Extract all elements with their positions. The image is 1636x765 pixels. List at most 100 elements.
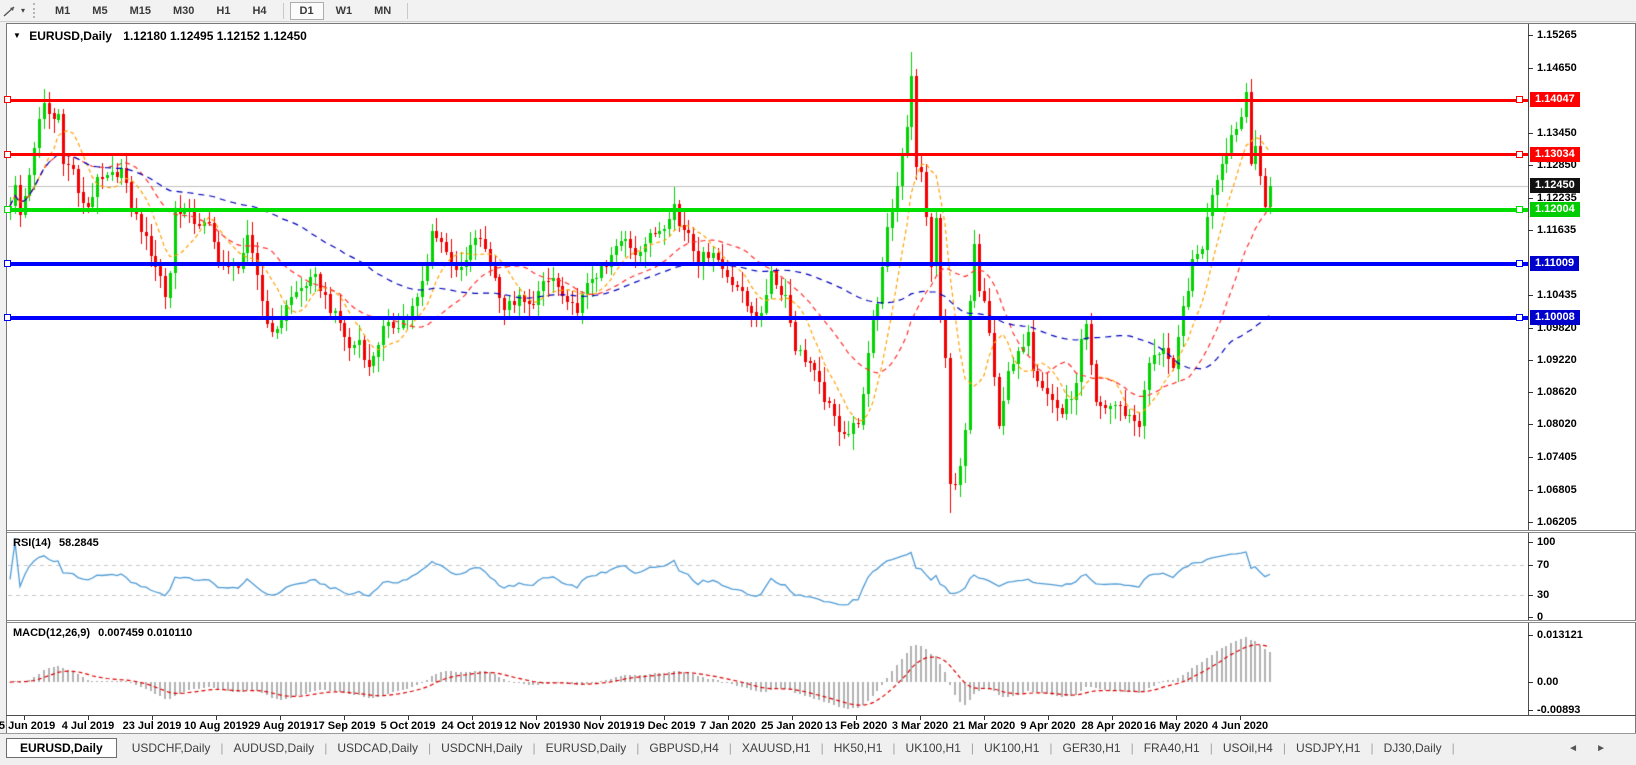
horizontal-level-line-1.10008[interactable]: [8, 316, 1528, 320]
price-tick: [1528, 328, 1533, 329]
chart-tab-uk100-h1[interactable]: UK100,H1: [975, 738, 1048, 758]
date-label: 19 Dec 2019: [632, 720, 696, 732]
chart-tab-usdchf-daily[interactable]: USDCHF,Daily: [123, 738, 220, 758]
chart-tab-fra40-h1[interactable]: FRA40,H1: [1135, 738, 1209, 758]
toolbar: ▾ M1 M5 M15 M30 H1 H4 D1 W1 MN: [0, 0, 1636, 22]
macd-label: MACD(12,26,9) 0.007459 0.010110: [13, 627, 192, 639]
chart-tab-hk50-h1[interactable]: HK50,H1: [825, 738, 892, 758]
date-label: 10 Aug 2019: [184, 720, 248, 732]
timeframe-button-h4[interactable]: H4: [242, 2, 276, 20]
chart-tab-usdcnh-daily[interactable]: USDCNH,Daily: [432, 738, 531, 758]
price-tick-label: 1.15265: [1537, 29, 1577, 41]
date-label: 7 Jan 2020: [700, 720, 756, 732]
chart-tab-eurusd-daily[interactable]: EURUSD,Daily: [537, 738, 636, 758]
date-label: 3 Mar 2020: [891, 720, 949, 732]
line-handle[interactable]: [1516, 206, 1523, 213]
macd-tick: [1528, 710, 1533, 711]
tab-scroll-right-icon[interactable]: ►: [1596, 743, 1606, 754]
chart-tab-uk100-h1[interactable]: UK100,H1: [897, 738, 970, 758]
price-badge-1.11009: 1.11009: [1530, 256, 1580, 271]
rsi-name: RSI(14): [13, 537, 51, 549]
date-axis-border: [6, 715, 1636, 716]
date-label: 13 Feb 2020: [824, 720, 888, 732]
price-tick: [1528, 230, 1533, 231]
chart-tab-usdcad-daily[interactable]: USDCAD,Daily: [328, 738, 427, 758]
line-tool-glyph: [3, 5, 15, 17]
horizontal-level-line-1.11009[interactable]: [8, 262, 1528, 266]
pane-separator-macd[interactable]: [7, 620, 1636, 623]
timeframe-button-m30[interactable]: M30: [163, 2, 204, 20]
line-handle[interactable]: [1516, 151, 1523, 158]
chart-tab-xauusd-h1[interactable]: XAUUSD,H1: [733, 738, 820, 758]
timeframe-button-mn[interactable]: MN: [364, 2, 401, 20]
line-handle[interactable]: [4, 314, 11, 321]
macd-scale-label: 0.013121: [1537, 629, 1583, 641]
date-label: 30 Nov 2019: [568, 720, 632, 732]
price-badge-1.12004: 1.12004: [1530, 202, 1580, 217]
rsi-scale-label: 70: [1537, 559, 1550, 571]
chart-dropdown-icon[interactable]: ▼: [13, 31, 21, 40]
chart-tab-ger30-h1[interactable]: GER30,H1: [1054, 738, 1130, 758]
chart-tab-audusd-daily[interactable]: AUDUSD,Daily: [225, 738, 324, 758]
horizontal-level-line-1.13034[interactable]: [8, 153, 1528, 156]
rsi-tick: [1528, 565, 1533, 566]
date-label: 4 Jul 2019: [61, 720, 115, 732]
tab-scroll-left-icon[interactable]: ◄: [1568, 743, 1578, 754]
price-tick-label: 1.11635: [1537, 224, 1577, 236]
price-tick-label: 1.10435: [1537, 289, 1577, 301]
toolbar-grip[interactable]: [33, 3, 37, 18]
line-handle[interactable]: [4, 151, 11, 158]
price-tick: [1528, 133, 1533, 134]
price-tick-label: 1.08620: [1537, 386, 1577, 398]
chart-tab-usdjpy-h1[interactable]: USDJPY,H1: [1287, 738, 1369, 758]
date-label: 21 Mar 2020: [952, 720, 1016, 732]
chart-canvas[interactable]: [0, 0, 1636, 733]
timeframe-button-m5[interactable]: M5: [82, 2, 117, 20]
price-badge-1.10008: 1.10008: [1530, 310, 1580, 325]
chart-tab-eurusd-daily[interactable]: EURUSD,Daily: [6, 738, 117, 758]
horizontal-level-line-1.14047[interactable]: [8, 99, 1528, 102]
line-handle[interactable]: [1516, 260, 1523, 267]
rsi-scale-label: 30: [1537, 589, 1550, 601]
toolbar-dropdown-icon[interactable]: ▾: [21, 6, 25, 15]
line-handle[interactable]: [4, 260, 11, 267]
line-handle[interactable]: [1516, 314, 1523, 321]
macd-scale-label: 0.00: [1537, 676, 1559, 688]
timeframe-button-d1[interactable]: D1: [289, 1, 324, 20]
price-tick: [1528, 35, 1533, 36]
date-label: 17 Sep 2019: [312, 720, 376, 732]
chart-ohlc-values: 1.12180 1.12495 1.12152 1.12450: [123, 29, 307, 43]
horizontal-level-line-1.12004[interactable]: [8, 208, 1528, 212]
timeframe-button-m15[interactable]: M15: [120, 2, 161, 20]
price-tick-label: 1.13450: [1537, 127, 1577, 139]
timeframe-button-m1[interactable]: M1: [45, 2, 80, 20]
price-tick: [1528, 424, 1533, 425]
date-label: 28 Apr 2020: [1081, 720, 1143, 732]
price-tick: [1528, 198, 1533, 199]
line-handle[interactable]: [4, 96, 11, 103]
pane-separator-rsi[interactable]: [7, 530, 1636, 533]
rsi-scale-label: 100: [1537, 536, 1556, 548]
date-label: 25 Jan 2020: [761, 720, 823, 732]
chart-tab-usoil-h4[interactable]: USOil,H4: [1214, 738, 1282, 758]
date-label: 5 Oct 2019: [380, 720, 436, 732]
price-tick: [1528, 522, 1533, 523]
chart-tab-dj30-daily[interactable]: DJ30,Daily: [1375, 738, 1451, 758]
line-handle[interactable]: [1516, 96, 1523, 103]
date-label: 12 Nov 2019: [504, 720, 568, 732]
date-label: 4 Jun 2020: [1211, 720, 1269, 732]
price-tick: [1528, 360, 1533, 361]
timeframe-button-w1[interactable]: W1: [326, 2, 363, 20]
macd-scale-label: -0.00893: [1537, 704, 1581, 716]
line-handle[interactable]: [4, 206, 11, 213]
macd-tick: [1528, 635, 1533, 636]
price-tick: [1528, 165, 1533, 166]
price-tick-label: 1.08020: [1537, 418, 1577, 430]
date-label: 15 Jun 2019: [0, 720, 56, 732]
timeframe-button-h1[interactable]: H1: [206, 2, 240, 20]
line-tool-icon[interactable]: [2, 4, 18, 18]
price-tick-label: 1.06205: [1537, 516, 1577, 528]
rsi-value: 58.2845: [58, 537, 99, 549]
chart-symbol-label: EURUSD,Daily: [29, 29, 112, 43]
chart-tab-gbpusd-h4[interactable]: GBPUSD,H4: [640, 738, 727, 758]
